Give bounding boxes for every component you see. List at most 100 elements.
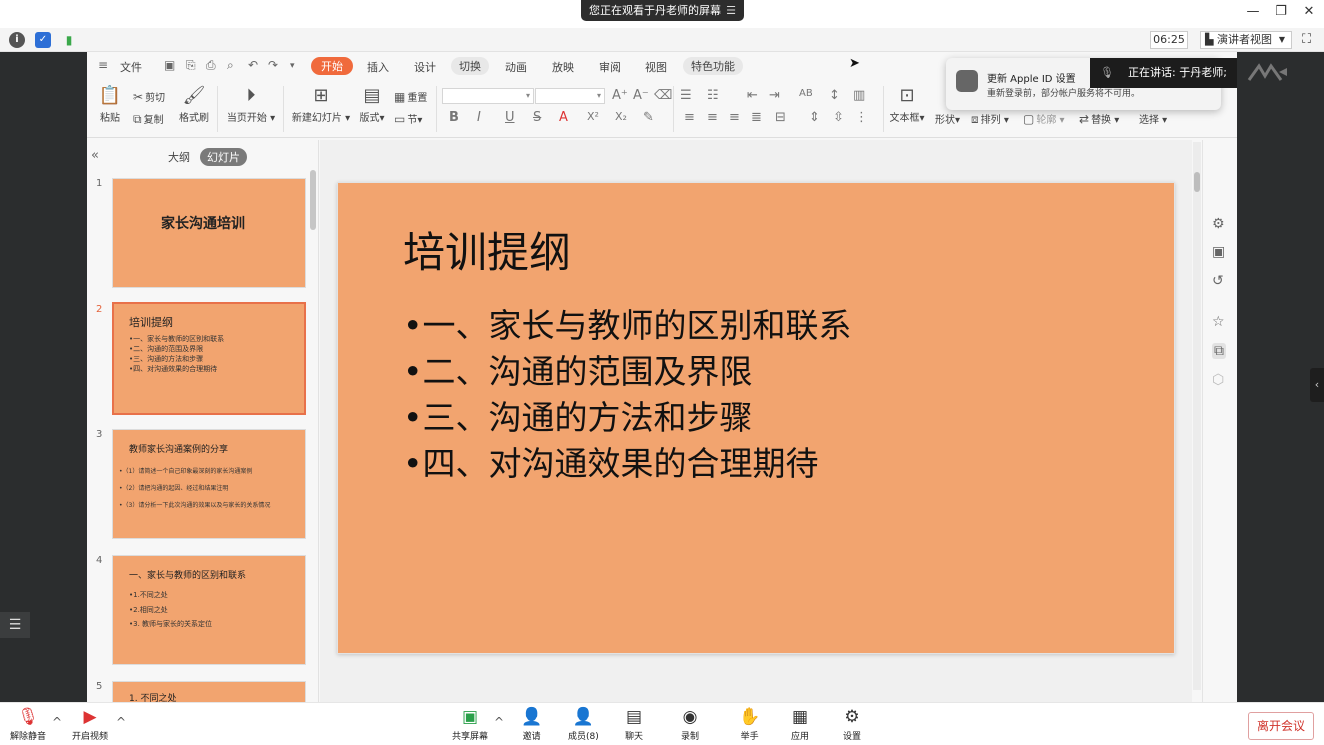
menu-icon[interactable]: ☰	[726, 0, 736, 21]
viewing-banner[interactable]: 您正在观看于丹老师的屏幕 ☰	[581, 0, 744, 21]
tab-animation[interactable]: 动画	[505, 59, 527, 75]
unmute-button[interactable]: 🎙 解除静音	[10, 707, 46, 742]
sliders-icon[interactable]: ⚙	[1212, 216, 1225, 232]
outline-button[interactable]: ▢ 轮廓 ▾	[1023, 111, 1065, 126]
distribute-icon[interactable]: ⊟	[775, 110, 786, 125]
slide-thumbnail-5[interactable]: 1. 不同之处	[112, 681, 306, 702]
hamburger-icon[interactable]: ≡	[98, 58, 108, 72]
slide-thumbnail-4[interactable]: 一、家长与教师的区别和联系 •1.不同之处 •2.相同之处 •3. 教师与家长的…	[112, 555, 306, 665]
panel-scrollbar[interactable]	[310, 170, 316, 230]
underline-icon[interactable]: U	[505, 110, 515, 125]
chevron-up-icon[interactable]: ^	[52, 715, 62, 729]
tab-home[interactable]: 开始	[311, 57, 353, 75]
columns-icon[interactable]: ▥	[853, 88, 865, 103]
record-button[interactable]: ◉ 录制	[681, 707, 699, 742]
font-size-select[interactable]: ▾	[535, 88, 605, 104]
text-direction-icon[interactable]: AB	[799, 88, 813, 99]
leave-meeting-button[interactable]: 离开会议	[1248, 712, 1314, 740]
image-settings-icon[interactable]: ▣	[1212, 244, 1225, 260]
new-slide-button[interactable]: ⊞ 新建幻灯片 ▾	[290, 85, 352, 124]
invite-button[interactable]: 👤 邀请	[521, 707, 542, 742]
cube-icon[interactable]: ⬡	[1212, 372, 1224, 388]
select-button[interactable]: 选择 ▾	[1139, 111, 1167, 126]
strikethrough-icon[interactable]: S	[533, 110, 541, 125]
arrange-button[interactable]: ⧈ 排列 ▾	[971, 111, 1009, 127]
print-icon[interactable]: ⎙	[206, 58, 216, 73]
slide-thumbnail-3[interactable]: 教师家长沟通案例的分享 •（1）请简述一个自己印象最深刻的家长沟通案例 •（2）…	[112, 429, 306, 539]
collapse-panel-icon[interactable]: «	[91, 148, 99, 163]
signal-icon[interactable]: ▮	[61, 32, 77, 48]
highlight-icon[interactable]: ✎	[643, 110, 654, 125]
menu-file[interactable]: 文件	[120, 59, 142, 75]
superscript-icon[interactable]: X²	[587, 110, 599, 123]
chevron-left-icon[interactable]: ‹	[1310, 368, 1324, 402]
decrease-indent-icon[interactable]: ⇤	[747, 88, 758, 103]
paragraph-spacing-icon[interactable]: ⇕	[809, 110, 820, 125]
minimize-icon[interactable]: —	[1246, 4, 1260, 19]
replace-button[interactable]: ⇄ 替换 ▾	[1079, 111, 1119, 126]
raise-hand-button[interactable]: ✋ 举手	[739, 707, 760, 742]
tab-slides[interactable]: 幻灯片	[200, 148, 247, 166]
eraser-icon[interactable]: ⌫	[654, 88, 672, 103]
current-slide[interactable]: 培训提纲 •一、家长与教师的区别和联系 •二、沟通的范围及界限 •三、沟通的方法…	[337, 182, 1175, 654]
slide-bullet-list[interactable]: •一、家长与教师的区别和联系 •二、沟通的范围及界限 •三、沟通的方法和步骤 •…	[403, 303, 851, 487]
bullet-list-icon[interactable]: ☰	[680, 88, 692, 103]
bold-icon[interactable]: B	[449, 110, 459, 125]
font-color-icon[interactable]: A	[559, 110, 568, 125]
tab-outline[interactable]: 大纲	[161, 148, 197, 166]
info-icon[interactable]: i	[9, 32, 25, 48]
redo-icon[interactable]: ↷	[268, 58, 278, 72]
scrollbar-thumb[interactable]	[1194, 172, 1200, 192]
numbered-list-icon[interactable]: ☷	[707, 88, 719, 103]
paragraph-settings-icon[interactable]: ⋮	[855, 110, 868, 125]
tab-review[interactable]: 审阅	[599, 59, 621, 75]
tab-special-features[interactable]: 特色功能	[683, 57, 743, 75]
reset-button[interactable]: ▦ 重置	[394, 89, 427, 104]
font-family-select[interactable]: ▾	[442, 88, 534, 104]
line-spacing-icon[interactable]: ↕	[829, 88, 840, 103]
list-icon[interactable]: ☰	[0, 612, 30, 638]
format-painter-button[interactable]: 🖌 格式刷	[177, 85, 211, 124]
vertical-align-icon[interactable]: ⇳	[833, 110, 844, 125]
increase-indent-icon[interactable]: ⇥	[769, 88, 780, 103]
align-center-icon[interactable]: ≡	[707, 110, 718, 125]
italic-icon[interactable]: I	[477, 110, 481, 125]
copy-button[interactable]: ⧉ 复制	[133, 111, 164, 127]
export-icon[interactable]: ⎘	[186, 58, 196, 73]
shield-icon[interactable]: ✓	[35, 32, 51, 48]
print-preview-icon[interactable]: ⌕	[227, 58, 234, 73]
slide-thumbnail-2[interactable]: 培训提纲 •一、家长与教师的区别和联系 •二、沟通的范围及界限 •三、沟通的方法…	[112, 302, 306, 415]
settings-button[interactable]: ⚙ 设置	[843, 707, 861, 742]
view-mode-dropdown[interactable]: ▙ 演讲者视图 ▼	[1200, 31, 1292, 49]
chat-button[interactable]: ▤ 聊天	[625, 707, 643, 742]
slide-thumbnail-1[interactable]: 家长沟通培训	[112, 178, 306, 288]
canvas-scrollbar[interactable]	[1193, 142, 1201, 690]
start-from-current-button[interactable]: ⏵ 当页开始 ▾	[225, 85, 277, 124]
share-screen-button[interactable]: ▣ 共享屏幕	[452, 707, 488, 742]
start-video-button[interactable]: ▶ 开启视频	[72, 707, 108, 742]
section-button[interactable]: ▭ 节▾	[394, 111, 422, 126]
tab-transition[interactable]: 切换	[451, 57, 489, 75]
slides-icon[interactable]: ⧉	[1212, 343, 1226, 359]
font-shrink-icon[interactable]: A⁻	[633, 88, 649, 103]
textbox-button[interactable]: ⊡ 文本框▾	[889, 85, 925, 124]
justify-icon[interactable]: ≣	[751, 110, 762, 125]
members-button[interactable]: 👤 成员(8)	[568, 707, 599, 742]
save-icon[interactable]: ▣	[164, 58, 175, 72]
shape-button[interactable]: 形状▾	[935, 111, 960, 126]
tab-view[interactable]: 视图	[645, 59, 667, 75]
chevron-up-icon[interactable]: ^	[116, 715, 126, 729]
paste-button[interactable]: 📋 粘贴	[95, 85, 125, 124]
close-icon[interactable]: ✕	[1302, 4, 1316, 19]
layout-button[interactable]: ▤ 版式▾	[357, 85, 387, 124]
subscript-icon[interactable]: X₂	[615, 110, 627, 123]
fullscreen-icon[interactable]: ⛶	[1302, 32, 1311, 47]
tab-slideshow[interactable]: 放映	[552, 59, 574, 75]
undo-icon[interactable]: ↶	[248, 58, 258, 72]
customize-arrow-icon[interactable]: ▾	[290, 61, 295, 71]
align-left-icon[interactable]: ≡	[684, 110, 695, 125]
cut-button[interactable]: ✂ 剪切	[133, 89, 165, 104]
star-icon[interactable]: ☆	[1212, 314, 1225, 330]
restore-icon[interactable]: ❐	[1274, 4, 1288, 19]
font-grow-icon[interactable]: A⁺	[612, 88, 628, 103]
